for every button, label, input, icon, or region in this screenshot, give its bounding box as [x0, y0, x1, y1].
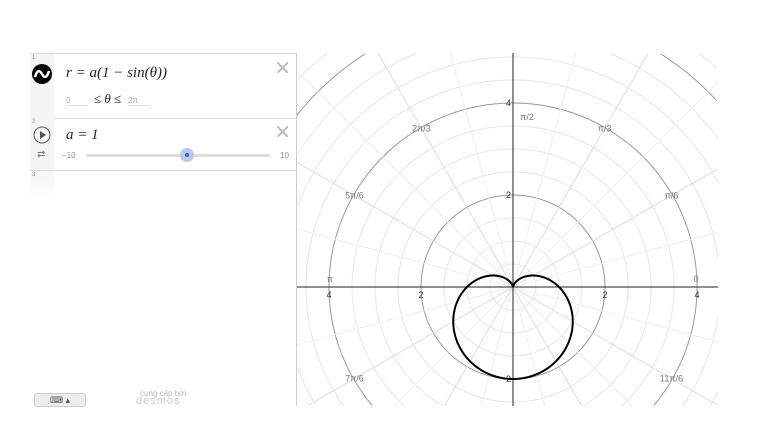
angle-label: 5π/6: [345, 190, 364, 200]
row-number: 3: [32, 172, 36, 178]
angle-label: 2π/3: [412, 123, 431, 133]
loop-icon[interactable]: ⇄: [37, 149, 45, 160]
expression-row-3-empty[interactable]: 3: [30, 171, 296, 201]
polar-grid-ray: [512, 286, 633, 406]
polar-grid-ray: [480, 286, 514, 406]
angle-label: π/6: [665, 190, 679, 200]
delete-expression-icon[interactable]: ✕: [274, 56, 291, 81]
slider-track[interactable]: [86, 154, 270, 157]
angle-label: π/2: [520, 112, 534, 122]
play-icon[interactable]: [33, 126, 51, 144]
polar-grid-ray: [512, 286, 546, 406]
polar-grid-ray: [297, 70, 514, 288]
polar-grid-ray: [512, 81, 718, 288]
polar-grid-ray: [512, 53, 649, 288]
polar-curve-color-icon[interactable]: [32, 64, 52, 84]
polar-grid-circle: [297, 56, 718, 406]
x-tick-label: 4: [694, 290, 699, 300]
polar-grid-ray: [377, 53, 514, 288]
slider-min[interactable]: −10: [62, 151, 76, 160]
polar-grid-ray: [512, 53, 577, 288]
polar-grid-ray: [512, 286, 583, 406]
x-tick-label: 2: [602, 290, 607, 300]
angle-label: 7π/6: [345, 374, 364, 384]
angle-label: π/3: [598, 123, 612, 133]
polar-grid-ray: [449, 53, 514, 288]
graph-paper[interactable]: 4 2 2 442-20π/6π/3π/22π/35π/6π7π/6 11π/6: [297, 53, 718, 406]
domain-max-input[interactable]: 2π: [128, 96, 150, 106]
slider-formula[interactable]: a = 1: [66, 127, 99, 144]
slider-max[interactable]: 10: [280, 151, 289, 160]
row-number: 2: [32, 119, 36, 125]
polar-grid-ray: [443, 286, 514, 406]
x-tick-label: 2: [418, 290, 423, 300]
expression-row-1[interactable]: 1 r = a(1 − sin(θ)) 0 ≤ θ ≤ 2π ✕: [30, 53, 296, 119]
angle-label: 11π/6: [660, 374, 683, 384]
domain-operator: ≤ θ ≤: [94, 91, 122, 106]
formula[interactable]: r = a(1 − sin(θ)): [66, 65, 167, 82]
polar-grid-ray: [306, 286, 514, 406]
y-tick-label: 4: [506, 98, 511, 108]
delete-expression-icon[interactable]: ✕: [274, 120, 291, 145]
angle-label: π: [327, 274, 333, 284]
x-tick-label: 4: [326, 290, 331, 300]
y-tick-label: 2: [506, 190, 511, 200]
slider-thumb[interactable]: [180, 148, 195, 162]
polar-grid-ray: [512, 231, 718, 288]
polar-grid-ray: [297, 161, 514, 288]
polar-grid-ray: [512, 286, 718, 343]
row-number: 1: [32, 55, 36, 61]
desmos-logo[interactable]: desmos: [136, 396, 181, 407]
domain-min-input[interactable]: 0: [66, 96, 88, 106]
polar-grid-ray: [393, 286, 514, 406]
expression-list: 1 r = a(1 − sin(θ)) 0 ≤ θ ≤ 2π ✕ 2 ⇄ a =…: [30, 53, 297, 407]
keypad-toggle-button[interactable]: ⌨ ▴: [34, 393, 86, 407]
angle-label: 0: [694, 274, 699, 284]
expression-row-2[interactable]: 2 ⇄ a = 1 −10 10 ✕: [30, 118, 296, 171]
